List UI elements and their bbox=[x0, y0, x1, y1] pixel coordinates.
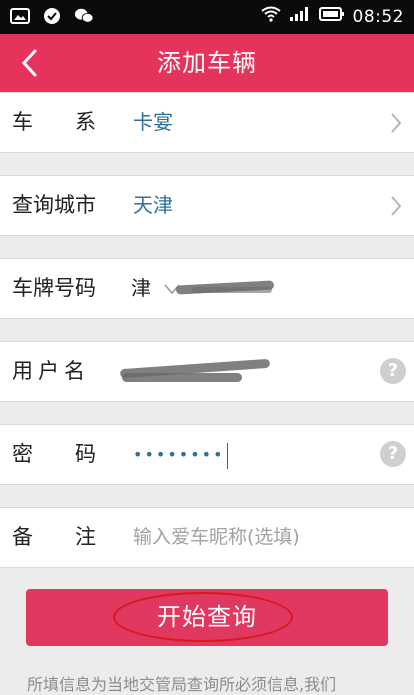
username-input[interactable] bbox=[118, 356, 278, 390]
gallery-icon bbox=[10, 7, 30, 25]
remark-input[interactable]: 输入爱车昵称(选填) bbox=[133, 508, 300, 567]
series-row[interactable]: 车 系 卡宴 bbox=[0, 92, 414, 153]
start-query-button[interactable]: 开始查询 bbox=[26, 589, 388, 646]
status-time: 08:52 bbox=[352, 6, 404, 27]
plate-number-input[interactable] bbox=[175, 271, 286, 305]
plate-prefix-select[interactable]: 津 bbox=[131, 259, 181, 318]
series-value: 卡宴 bbox=[133, 110, 173, 134]
notice-text: 所填信息为当地交管局查询所必须信息,我们 bbox=[27, 675, 337, 694]
chevron-right-icon bbox=[391, 113, 402, 133]
page-title: 添加车辆 bbox=[157, 49, 257, 77]
password-label: 密 码 bbox=[12, 442, 96, 466]
remark-row: 备 注 输入爱车昵称(选填) bbox=[0, 507, 414, 568]
plate-prefix-value: 津 bbox=[131, 276, 151, 300]
city-value: 天津 bbox=[133, 193, 173, 217]
text-cursor bbox=[226, 442, 228, 469]
signal-icon bbox=[289, 6, 311, 27]
remark-label: 备 注 bbox=[12, 525, 96, 549]
check-icon bbox=[42, 7, 62, 25]
plate-row: 车牌号码 津 bbox=[0, 258, 414, 319]
password-value: •••••••• bbox=[133, 445, 225, 464]
battery-icon bbox=[318, 6, 345, 27]
help-icon[interactable]: ? bbox=[380, 441, 406, 467]
help-icon[interactable]: ? bbox=[380, 358, 406, 384]
series-label: 车 系 bbox=[12, 110, 96, 134]
city-label: 查询城市 bbox=[12, 193, 96, 217]
username-row: 用户名 ? bbox=[0, 341, 414, 402]
wifi-icon bbox=[260, 6, 281, 27]
chevron-right-icon bbox=[391, 196, 402, 216]
redaction-mark bbox=[192, 287, 272, 293]
redaction-mark bbox=[122, 373, 242, 382]
username-label: 用户名 bbox=[12, 359, 90, 383]
wechat-icon bbox=[74, 7, 94, 25]
status-bar: 08:52 bbox=[0, 0, 414, 34]
city-row[interactable]: 查询城市 天津 bbox=[0, 175, 414, 236]
title-bar: 添加车辆 bbox=[0, 34, 414, 92]
password-row: 密 码 •••••••• ? bbox=[0, 424, 414, 485]
plate-label: 车牌号码 bbox=[12, 276, 96, 300]
password-input[interactable]: •••••••• bbox=[133, 425, 228, 484]
